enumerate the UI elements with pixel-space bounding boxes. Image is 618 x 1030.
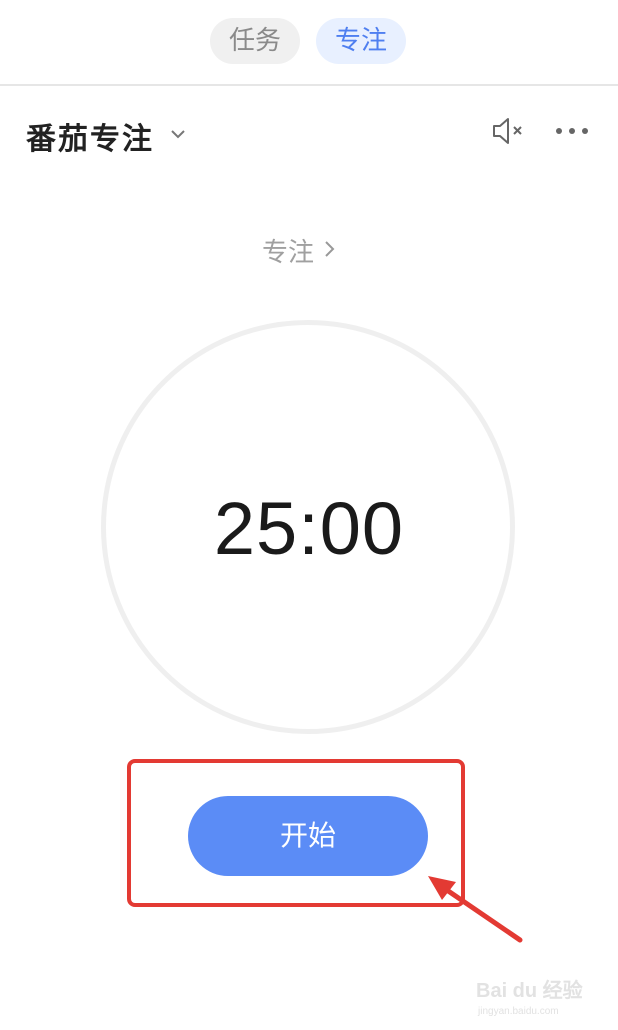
- timer-display: 25:00: [213, 487, 405, 570]
- chevron-down-icon[interactable]: [168, 124, 188, 144]
- focus-header: 番茄专注: [0, 86, 618, 182]
- focus-mode-link[interactable]: 专注: [262, 232, 314, 269]
- watermark-url: jingyan.baidu.com: [478, 1006, 559, 1017]
- annotation-arrow-icon: [428, 876, 523, 943]
- start-button[interactable]: 开始: [188, 796, 428, 876]
- tab-tasks[interactable]: 任务: [210, 18, 300, 64]
- page-title[interactable]: 番茄专注: [26, 114, 154, 158]
- mute-icon[interactable]: [488, 114, 528, 148]
- tab-focus[interactable]: 专注: [316, 18, 406, 64]
- chevron-right-icon[interactable]: [322, 240, 338, 258]
- watermark-brand: Bai du 经验: [476, 980, 583, 1002]
- more-icon[interactable]: [554, 124, 590, 138]
- top-tab-bar: 任务 专注: [0, 0, 618, 86]
